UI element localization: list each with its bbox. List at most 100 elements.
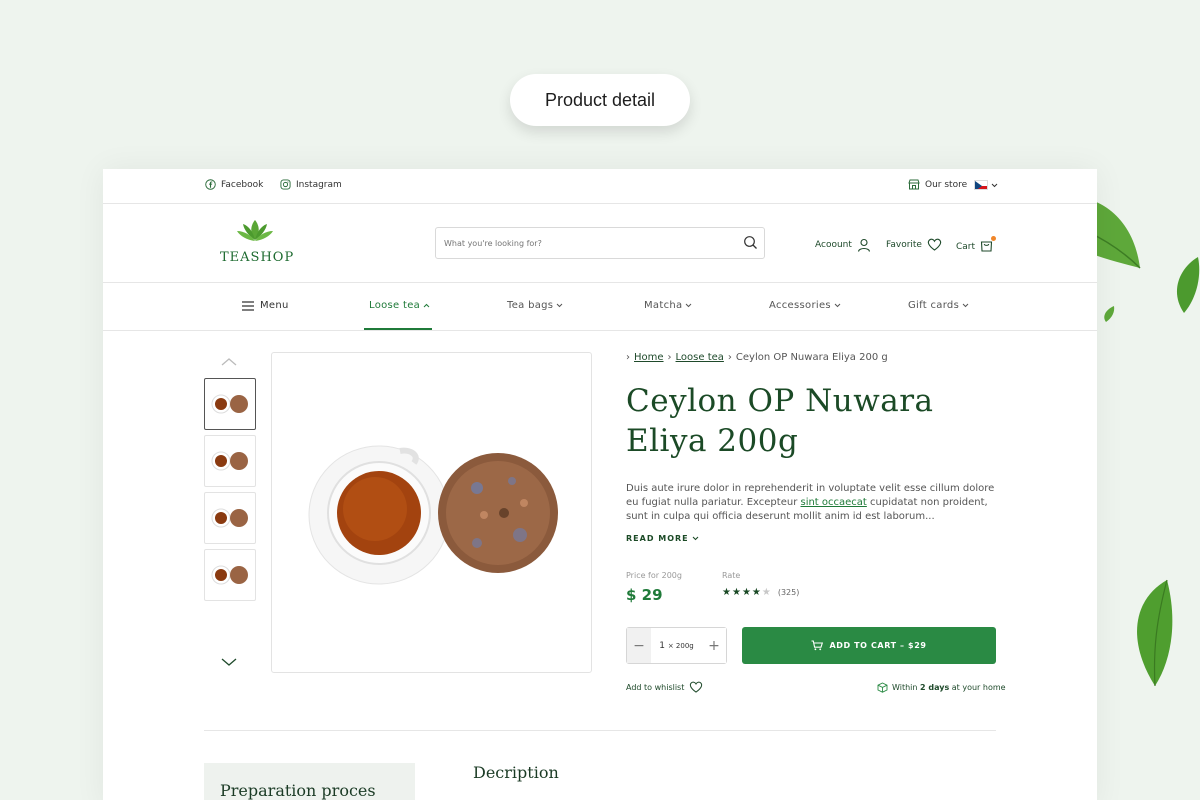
quantity-stepper: − 1 × 200g + <box>626 627 727 664</box>
quantity-number: 1 <box>659 640 665 651</box>
increase-quantity-button[interactable]: + <box>702 628 726 663</box>
delivery-prefix: Within <box>892 683 920 692</box>
top-bar: Facebook Instagram Our store <box>103 169 1097 204</box>
instagram-label: Instagram <box>296 179 342 190</box>
czech-flag-icon <box>974 180 988 190</box>
product-description: Duis aute irure dolor in reprehenderit i… <box>626 482 998 524</box>
star-filled-icon: ★ <box>722 587 731 598</box>
read-more-button[interactable]: READ MORE <box>626 534 699 543</box>
thumbnail-3[interactable] <box>204 492 256 544</box>
tea-thumbnail-image <box>211 394 248 414</box>
chevron-down-icon <box>693 536 699 541</box>
cart-icon-wrap <box>980 236 997 255</box>
price-label: Price for 200g <box>626 571 682 580</box>
cart-label: Cart <box>956 241 976 252</box>
favorite-label: Favorite <box>886 239 922 250</box>
lotus-logo-icon <box>237 220 273 241</box>
category-nav: Menu Loose tea Tea bags Matcha Accessori… <box>103 283 1097 331</box>
menu-label: Menu <box>260 300 289 311</box>
read-more-label: READ MORE <box>626 534 689 543</box>
nav-item-label: Accessories <box>769 300 831 311</box>
store-label: Our store <box>925 179 968 190</box>
instagram-link[interactable]: Instagram <box>280 179 342 190</box>
wishlist-label: Add to whislist <box>626 682 685 692</box>
chevron-down-icon <box>686 303 692 308</box>
rating-count: (325) <box>777 588 800 597</box>
thumbnail-1[interactable] <box>204 378 256 430</box>
account-link[interactable]: Acoount <box>815 238 871 252</box>
facebook-link[interactable]: Facebook <box>205 179 263 190</box>
star-empty-icon: ★ <box>761 587 771 598</box>
breadcrumb-category[interactable]: Loose tea <box>676 352 724 363</box>
chevron-down-icon <box>991 183 998 187</box>
main-product-image[interactable] <box>271 352 592 673</box>
header: TEASHOP Acoount Favorite Cart <box>103 204 1097 283</box>
add-to-cart-label: ADD TO CART – $29 <box>829 641 927 650</box>
heart-icon <box>690 681 703 693</box>
price-value: $ 29 <box>626 586 663 604</box>
star-filled-icon: ★ <box>741 587 751 598</box>
cart-badge-dot <box>991 236 997 241</box>
preparation-tab[interactable]: Preparation proces <box>204 763 415 800</box>
star-filled-icon: ★ <box>731 587 741 598</box>
breadcrumb-home[interactable]: Home <box>634 352 664 363</box>
tea-cup-and-leaves-image <box>308 445 558 585</box>
delivery-days: 2 days <box>920 683 950 692</box>
tea-thumbnail-image <box>211 565 248 585</box>
user-icon <box>857 238 870 252</box>
menu-button[interactable]: Menu <box>242 300 289 311</box>
nav-item-matcha[interactable]: Matcha <box>644 300 692 311</box>
add-to-cart-button[interactable]: ADD TO CART – $29 <box>742 627 996 664</box>
box-icon <box>877 682 888 693</box>
nav-item-label: Matcha <box>644 300 683 311</box>
store-icon <box>908 179 920 190</box>
our-store-link[interactable]: Our store <box>908 179 967 190</box>
delivery-text: Within 2 days at your home <box>892 683 1006 692</box>
nav-item-accessories[interactable]: Accessories <box>769 300 841 311</box>
logo[interactable]: TEASHOP <box>220 218 295 265</box>
nav-item-label: Loose tea <box>369 300 421 311</box>
add-to-wishlist-link[interactable]: Add to whislist <box>626 681 703 693</box>
nav-item-tea-bags[interactable]: Tea bags <box>507 300 563 311</box>
chevron-down-icon <box>834 303 841 308</box>
search-input[interactable] <box>436 228 726 258</box>
quantity-value[interactable]: 1 × 200g <box>651 641 702 651</box>
nav-item-label: Gift cards <box>908 300 960 311</box>
active-tab-underline <box>364 328 432 330</box>
delivery-info: Within 2 days at your home <box>877 682 1006 693</box>
breadcrumb: › Home › Loose tea › Ceylon OP Nuwara El… <box>626 352 888 363</box>
delivery-suffix: at your home <box>949 683 1006 692</box>
preparation-tab-label: Preparation proces <box>220 781 376 800</box>
cart-link[interactable]: Cart <box>956 236 997 255</box>
breadcrumb-separator: › <box>667 352 672 363</box>
nav-item-loose-tea[interactable]: Loose tea <box>369 300 430 311</box>
rating-stars: ★ ★ ★ ★ ★ (325) <box>722 587 799 598</box>
section-divider <box>204 730 996 731</box>
thumbnail-2[interactable] <box>204 435 256 487</box>
description-heading: Decription <box>473 763 559 782</box>
rate-label: Rate <box>722 571 741 580</box>
gallery-down-arrow-icon[interactable] <box>220 657 238 667</box>
breadcrumb-separator: › <box>626 352 630 363</box>
nav-item-gift-cards[interactable]: Gift cards <box>908 300 969 311</box>
page-label-pill: Product detail <box>510 74 690 126</box>
instagram-icon <box>280 179 291 190</box>
decrease-quantity-button[interactable]: − <box>627 628 651 663</box>
star-filled-icon: ★ <box>751 587 761 598</box>
logo-wordmark: TEASHOP <box>220 250 295 265</box>
chevron-down-icon <box>962 303 969 308</box>
description-link[interactable]: sint occaecat <box>800 497 866 508</box>
product-page-window: Facebook Instagram Our store TEASHOP Wha… <box>103 169 1097 800</box>
tea-thumbnail-image <box>211 451 248 471</box>
search-icon[interactable] <box>743 235 758 250</box>
favorite-link[interactable]: Favorite <box>886 238 942 251</box>
leaf-decoration-right <box>1176 257 1200 313</box>
gallery-up-arrow-icon[interactable] <box>220 357 238 367</box>
leaf-decoration-small <box>1104 306 1115 322</box>
leaf-decoration-bottom <box>1137 579 1173 687</box>
cart-icon <box>811 640 824 651</box>
breadcrumb-current: Ceylon OP Nuwara Eliya 200 g <box>735 352 888 363</box>
product-title: Ceylon OP Nuwara Eliya 200g <box>626 383 934 459</box>
language-selector[interactable] <box>974 180 998 190</box>
thumbnail-4[interactable] <box>204 549 256 601</box>
